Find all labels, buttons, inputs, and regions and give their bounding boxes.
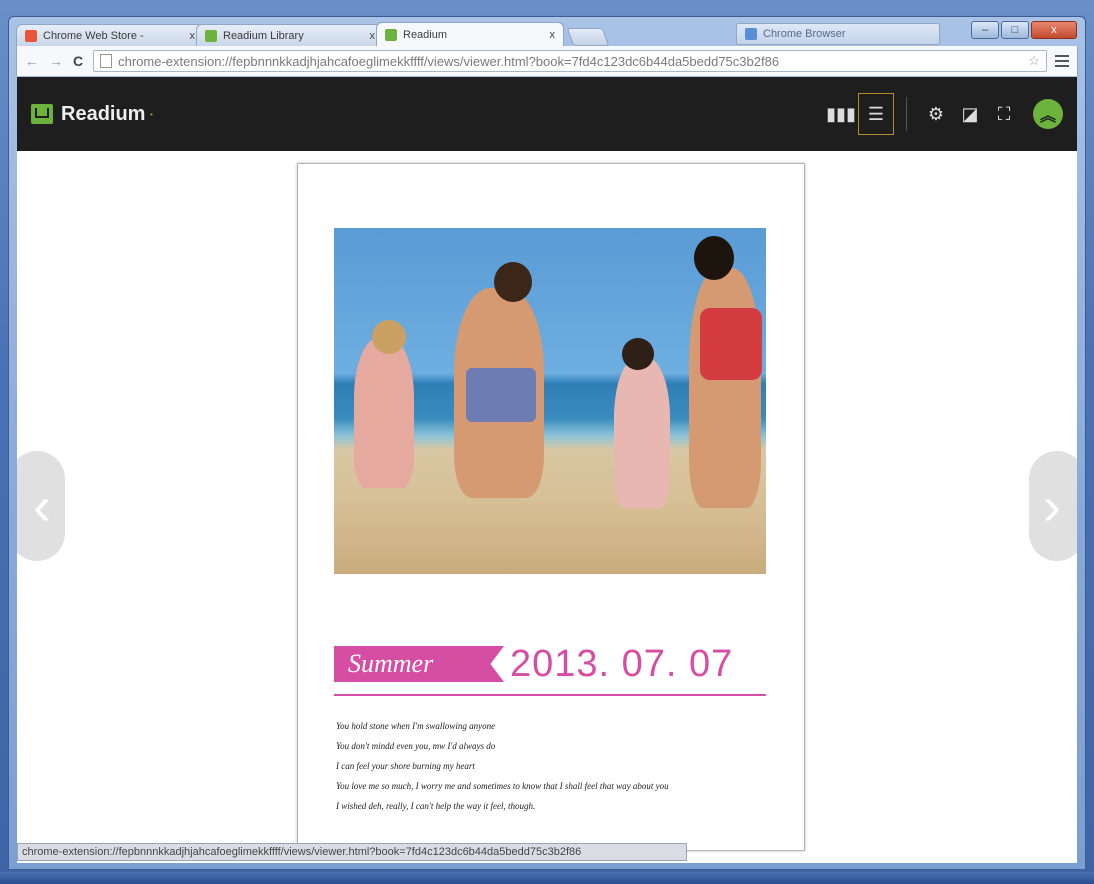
- poem-line: You hold stone when I'm swallowing anyon…: [336, 721, 496, 731]
- tab-readium[interactable]: Readium x: [376, 22, 564, 46]
- toolbar-separator: [906, 97, 907, 131]
- woman-figure: [689, 268, 761, 508]
- page-icon: [100, 54, 113, 68]
- new-tab-button[interactable]: [566, 28, 610, 46]
- forward-button[interactable]: →: [49, 53, 63, 69]
- girl-head: [372, 320, 406, 354]
- window-title-label: Chrome Browser: [763, 28, 846, 40]
- contrast-icon[interactable]: ◪: [953, 97, 987, 131]
- readium-favicon-icon: [385, 28, 397, 41]
- woman-head: [694, 236, 734, 280]
- poem-line: I can feel your shore burning my heart: [336, 761, 475, 771]
- browser-icon: [745, 28, 757, 40]
- window-title-box: Chrome Browser: [736, 23, 940, 45]
- brand-dot: ·: [149, 106, 155, 122]
- title-divider: [334, 694, 766, 696]
- tab-title: Readium: [403, 28, 448, 41]
- poem-text: You hold stone when I'm swallowing anyon…: [336, 716, 766, 816]
- status-bar-url: chrome-extension://fepbnnnkkadjhjahcafoe…: [17, 843, 687, 861]
- settings-gear-icon[interactable]: ⚙: [919, 97, 953, 131]
- library-icon[interactable]: ▮▮▮: [824, 97, 858, 131]
- beach-family-photo: [334, 228, 766, 574]
- tab-close-icon[interactable]: x: [370, 30, 376, 42]
- url-text[interactable]: chrome-extension://fepbnnnkkadjhjahcafoe…: [118, 54, 1024, 69]
- tab-close-icon[interactable]: x: [190, 30, 196, 42]
- tab-chrome-web-store[interactable]: Chrome Web Store - x: [16, 24, 204, 46]
- readium-book-icon: [31, 104, 53, 124]
- readium-favicon-icon: [205, 29, 217, 42]
- poem-line: You love me so much, I worry me and some…: [336, 781, 669, 791]
- maximize-button[interactable]: □: [1001, 21, 1029, 39]
- tab-close-icon[interactable]: x: [550, 29, 556, 41]
- man-shorts: [466, 368, 536, 422]
- child-head: [622, 338, 654, 370]
- man-head: [494, 262, 532, 302]
- back-button[interactable]: ←: [25, 53, 39, 69]
- close-window-button[interactable]: x: [1031, 21, 1077, 39]
- child-figure: [614, 358, 670, 508]
- prev-page-button[interactable]: ‹: [17, 451, 65, 561]
- readium-toolbar: Readium · ▮▮▮ ☰ ⚙ ◪ ⛶ ︽: [17, 77, 1077, 151]
- woman-swimsuit: [700, 308, 762, 380]
- book-page: Summer 2013. 07. 07 You hold stone when …: [297, 163, 805, 851]
- poem-line: You don't mindd even you, mw I'd always …: [336, 741, 496, 751]
- bookmark-star-icon[interactable]: ☆: [1028, 53, 1040, 69]
- girl-figure: [354, 338, 414, 488]
- reload-button[interactable]: C: [73, 53, 83, 69]
- poem-line: I wished deh, really, I can't help the w…: [336, 801, 536, 811]
- readium-logo[interactable]: Readium ·: [31, 103, 154, 126]
- reader-viewport: ‹ › Summer 2013. 07. 07 You hold stone w…: [17, 151, 1077, 863]
- tab-strip: Chrome Web Store - x Readium Library x R…: [16, 22, 610, 46]
- chrome-menu-button[interactable]: [1055, 55, 1069, 67]
- browser-toolbar: ← → C chrome-extension://fepbnnnkkadjhja…: [16, 46, 1078, 76]
- next-page-button[interactable]: ›: [1029, 451, 1077, 561]
- tab-readium-library[interactable]: Readium Library x: [196, 24, 384, 46]
- hide-toolbar-up-icon[interactable]: ︽: [1033, 99, 1063, 129]
- tab-title: Chrome Web Store -: [43, 29, 144, 42]
- chrome-store-icon: [25, 29, 37, 42]
- address-bar[interactable]: chrome-extension://fepbnnnkkadjhjahcafoe…: [93, 50, 1047, 72]
- minimize-button[interactable]: –: [971, 21, 999, 39]
- date-heading: 2013. 07. 07: [510, 642, 734, 685]
- toc-icon[interactable]: ☰: [858, 93, 894, 135]
- title-row: Summer 2013. 07. 07: [334, 642, 766, 685]
- fullscreen-icon[interactable]: ⛶: [987, 97, 1021, 131]
- os-taskbar: [0, 872, 1094, 884]
- readium-brand: Readium: [61, 102, 146, 125]
- summer-label: Summer: [334, 646, 504, 682]
- window-controls: – □ x: [971, 21, 1077, 39]
- tab-title: Readium Library: [223, 29, 304, 42]
